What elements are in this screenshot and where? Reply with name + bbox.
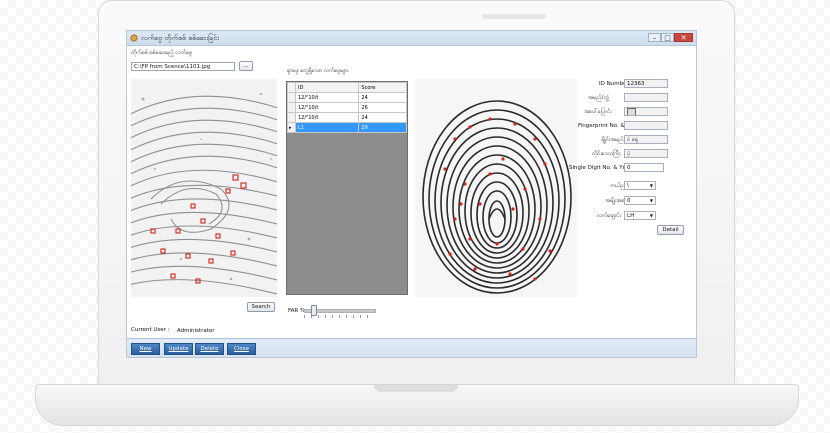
cell-score: 24 bbox=[358, 112, 407, 123]
field-label: ချိုင်းအမည် bbox=[601, 137, 624, 143]
photo-label: အပေါ်ပြောင်း bbox=[584, 109, 612, 115]
row-header[interactable] bbox=[287, 92, 296, 103]
minimize-button[interactable]: – bbox=[648, 33, 661, 42]
table-row-selected[interactable]: ▸ L1 29 bbox=[287, 122, 407, 133]
cell-id: 12/"10/t bbox=[294, 112, 360, 123]
cell-id: 12/"10/t bbox=[294, 92, 360, 103]
chevron-down-icon: ▼ bbox=[649, 183, 653, 188]
chevron-down-icon: ▼ bbox=[649, 213, 653, 218]
far-label: FAR % bbox=[288, 308, 306, 314]
name-label: အမည်/ဘွဲ့ bbox=[588, 95, 609, 101]
delete-button[interactable]: Delete bbox=[195, 343, 224, 355]
cell-score: 29 bbox=[358, 122, 407, 133]
row-header[interactable] bbox=[287, 112, 296, 123]
dropdown-select[interactable]: 0 ▼ bbox=[624, 196, 656, 205]
id-number-field[interactable]: 12363 bbox=[624, 79, 668, 88]
results-table: ID Score 12/"10/t 24 12/"10/t 26 12/"10/… bbox=[287, 82, 407, 133]
cell-id: L1 bbox=[294, 122, 360, 133]
update-button[interactable]: Update bbox=[164, 343, 193, 355]
table-row[interactable]: 12/"10/t 26 bbox=[287, 102, 407, 113]
column-header-score[interactable]: Score bbox=[358, 82, 407, 93]
maximize-button[interactable]: □ bbox=[661, 33, 674, 42]
dropdown-select[interactable]: LH ▼ bbox=[624, 211, 656, 220]
dropdown-value: \ bbox=[627, 183, 629, 189]
current-user-value: Administrator bbox=[177, 328, 215, 334]
match-fingerprint-image bbox=[415, 79, 577, 297]
name-field[interactable] bbox=[624, 93, 668, 102]
query-fingerprint-art bbox=[131, 79, 277, 297]
field-value[interactable]: ဝဲ ရှေ bbox=[624, 135, 668, 144]
title-bar: လက်ဗွေ တိုက်စစ် စစ်ဆေးခြင်း – □ ✕ bbox=[127, 31, 696, 46]
query-section-label: တိုက်စစ် စစ်ဆေးမည့် လက်ဗွေ bbox=[131, 50, 193, 56]
photo-field[interactable] bbox=[624, 107, 668, 116]
search-button[interactable]: Search bbox=[247, 302, 275, 312]
query-fingerprint-image bbox=[131, 79, 277, 297]
dropdown-select[interactable]: \ ▼ bbox=[624, 181, 656, 190]
fingerprint-no-field[interactable] bbox=[624, 121, 668, 130]
results-header-row: ID Score bbox=[287, 82, 407, 93]
results-grid[interactable]: ID Score 12/"10/t 24 12/"10/t 26 12/"10/… bbox=[286, 81, 408, 295]
row-header[interactable] bbox=[287, 102, 296, 113]
chevron-down-icon: ▼ bbox=[649, 198, 653, 203]
match-fingerprint-art bbox=[415, 79, 577, 297]
close-button[interactable]: Close bbox=[227, 343, 256, 355]
dropdown-label: လက်ချောင်း bbox=[597, 213, 621, 219]
close-window-button[interactable]: ✕ bbox=[674, 33, 693, 42]
browse-button[interactable]: ... bbox=[239, 61, 253, 71]
app-window: လက်ဗွေ တိုက်စစ် စစ်ဆေးခြင်း – □ ✕ တိုက်စ… bbox=[126, 30, 697, 358]
column-header-id[interactable]: ID bbox=[294, 82, 360, 93]
file-path-input[interactable]: C:\FP from Scence\1101.jpg bbox=[131, 62, 235, 71]
detail-button[interactable]: Detail bbox=[657, 225, 684, 235]
cell-score: 24 bbox=[358, 92, 407, 103]
far-slider-ticks bbox=[304, 315, 374, 318]
laptop-base bbox=[35, 384, 799, 426]
person-icon bbox=[627, 108, 636, 115]
app-icon bbox=[130, 34, 138, 42]
camera-bar bbox=[482, 14, 546, 19]
table-row[interactable]: 12/"10/t 24 bbox=[287, 112, 407, 123]
cell-id: 12/"10/t bbox=[294, 102, 360, 113]
new-button[interactable]: New bbox=[131, 343, 160, 355]
window-title: လက်ဗွေ တိုက်စစ် စစ်ဆေးခြင်း bbox=[141, 34, 219, 42]
single-digit-label: Single Digit No. & Yr bbox=[569, 165, 625, 171]
cell-score: 26 bbox=[358, 102, 407, 113]
dropdown-value: 0 bbox=[627, 198, 631, 204]
row-pointer-icon[interactable]: ▸ bbox=[287, 122, 296, 133]
field-label: တိုင်းဒေသကြီး bbox=[592, 151, 621, 157]
row-header-corner bbox=[287, 82, 296, 93]
results-section-label: ရှာဖွေ တွေ့ရှိသော လက်ဗွေများ bbox=[287, 68, 349, 74]
dropdown-value: LH bbox=[627, 213, 635, 219]
action-bar: New Update Delete Close bbox=[127, 338, 696, 357]
single-digit-field[interactable]: 0 bbox=[624, 163, 664, 172]
current-user-label: Current User : bbox=[131, 327, 170, 333]
base-notch bbox=[374, 385, 458, 392]
field-value[interactable]: ပုံ bbox=[624, 149, 668, 158]
table-row[interactable]: 12/"10/t 24 bbox=[287, 92, 407, 103]
